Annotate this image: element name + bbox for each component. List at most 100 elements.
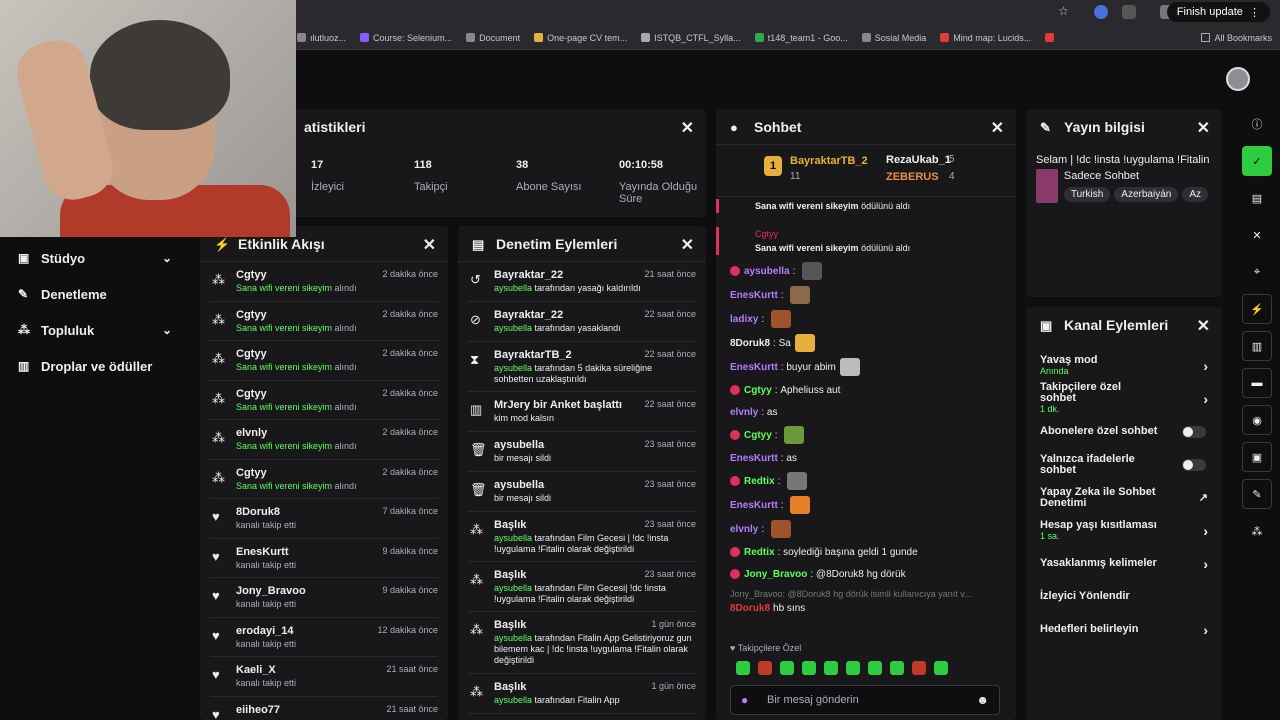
activity-item[interactable]: ⁂ elvnly Sana wifi vereni sikeyim alındı 2 … [210, 420, 438, 460]
stream-tag[interactable]: Az [1182, 187, 1208, 202]
emote-icon[interactable] [824, 661, 838, 675]
moderation-item[interactable]: ⧗ BayraktarTB_2 aysubella tarafından 5 dak… [468, 342, 696, 392]
redeem-user[interactable]: Cgtyy [755, 229, 1016, 239]
activity-item[interactable]: ♥ eiiheo77 21 saat önce [210, 697, 438, 720]
activity-item[interactable]: ♥ Kaeli_X kanalı takip etti 21 saat önce [210, 657, 438, 697]
chat-input[interactable]: ● Bir mesaj gönderin ☻ [730, 685, 1000, 715]
extensions-icon[interactable] [1122, 5, 1136, 19]
chat-username[interactable]: EnesKurtt [730, 500, 778, 511]
bookmark-item[interactable]: Sosial Media [855, 33, 934, 43]
channel-action-item[interactable]: Abonelere özel sohbet [1026, 415, 1222, 448]
moderator-name[interactable]: aysubella [494, 363, 532, 373]
emote-icon[interactable] [784, 426, 805, 444]
activity-item[interactable]: ⁂ Cgtyy Sana wifi vereni sikeyim alındı 2 d… [210, 341, 438, 381]
close-icon[interactable]: ✕ [991, 118, 1004, 138]
moderator-name[interactable]: aysubella [494, 533, 532, 543]
sidebar-item[interactable]: ▥ Droplar ve ödüller [0, 348, 198, 384]
emote-icon[interactable] [890, 661, 904, 675]
moderator-name[interactable]: aysubella [494, 583, 532, 593]
emote-icon[interactable] [790, 496, 811, 514]
emote-icon[interactable] [839, 358, 860, 376]
emote-icon[interactable] [802, 661, 816, 675]
chevron-right-icon[interactable]: › [1203, 358, 1208, 374]
category-name[interactable]: Sadece Sohbet [1064, 170, 1212, 182]
bookmark-item[interactable]: ISTQB_CTFL_Sylla... [634, 33, 748, 43]
emote-icon[interactable] [934, 661, 948, 675]
emote-icon[interactable] [758, 661, 772, 675]
emote-icon[interactable] [912, 661, 926, 675]
chat-username[interactable]: Cgtyy [744, 385, 772, 396]
chat-username[interactable]: 8Doruk8 [730, 338, 770, 349]
chat-username[interactable]: EnesKurtt [730, 290, 778, 301]
emote-icon[interactable] [780, 661, 794, 675]
channel-action-item[interactable]: Yapay Zeka ile Sohbet Denetimi ↗ [1026, 481, 1222, 514]
moderation-item[interactable]: ▥ MrJery bir Anket başlattı kim mod kalsın… [468, 392, 696, 432]
toolbox-icon[interactable]: ▣ [1242, 442, 1272, 472]
moderator-name[interactable]: aysubella [494, 695, 532, 705]
chat-username[interactable]: ladixy [730, 314, 758, 325]
chat-username[interactable]: 8Doruk8 [730, 603, 770, 614]
activity-item[interactable]: ♥ Jony_Bravoo kanalı takip etti 9 dakika ön… [210, 578, 438, 618]
chevron-down-icon[interactable]: ⌄ [162, 323, 172, 337]
moderator-name[interactable]: aysubella [494, 323, 532, 333]
stream-tag[interactable]: Turkish [1063, 187, 1111, 202]
close-icon[interactable]: ✕ [1242, 220, 1272, 250]
chat-username[interactable]: Redtix [744, 547, 775, 558]
bookmark-item[interactable]: Document [459, 33, 527, 43]
emote-icon[interactable] [736, 661, 750, 675]
chevron-right-icon[interactable]: › [1203, 391, 1208, 407]
category-thumbnail[interactable] [1036, 169, 1058, 203]
star-icon[interactable]: ☆ [1058, 4, 1072, 18]
emote-icon[interactable] [770, 520, 791, 538]
chevron-right-icon[interactable]: › [1203, 622, 1208, 638]
all-bookmarks[interactable]: All Bookmarks [1201, 33, 1272, 43]
toggle-switch[interactable] [1182, 425, 1206, 438]
broadcast-icon[interactable]: ◉ [1242, 405, 1272, 435]
emote-icon[interactable] [802, 262, 823, 280]
close-icon[interactable]: ✕ [423, 235, 436, 255]
notes-icon[interactable]: ▥ [1242, 331, 1272, 361]
activity-item[interactable]: ♥ EnesKurtt kanalı takip etti 9 dakika önce [210, 539, 438, 578]
bookmark-item[interactable] [1038, 33, 1065, 43]
profile-icon[interactable] [1094, 5, 1108, 19]
finish-update-button[interactable]: Finish update ⋮ [1166, 2, 1270, 22]
channel-action-item[interactable]: Takipçilere özel sohbet 1 dk. › [1026, 382, 1222, 415]
moderation-item[interactable]: 🗑 aysubella bir mesajı sildi 23 saat önce [468, 432, 696, 472]
sidebar-item[interactable]: ▣ Stüdyo ⌄ [0, 240, 198, 276]
focus-icon[interactable]: ⌖ [1242, 257, 1272, 287]
info-icon[interactable]: ⓘ [1242, 109, 1272, 139]
moderation-item[interactable]: ↺ Bayraktar_22 aysubella tarafından yasağı… [468, 262, 696, 302]
close-icon[interactable]: ✕ [1197, 118, 1210, 138]
chevron-right-icon[interactable]: › [1203, 556, 1208, 572]
moderation-item[interactable]: ⁂ Başlık aysubella tarafından Film Gecesi … [468, 512, 696, 562]
bookmark-item[interactable]: Course: Selenium... [353, 33, 459, 43]
moderation-item[interactable]: ⊘ Bayraktar_22 aysubella tarafından yasakl… [468, 302, 696, 342]
mic-icon[interactable]: ● [741, 693, 748, 707]
activity-item[interactable]: ♥ erodayi_14 kanalı takip etti 12 dakika ön… [210, 618, 438, 657]
chevron-down-icon[interactable]: ⌄ [162, 251, 172, 265]
activity-item[interactable]: ⁂ Cgtyy Sana wifi vereni sikeyim alındı 2 d… [210, 381, 438, 420]
external-link-icon[interactable]: ↗ [1199, 491, 1208, 504]
bookmark-item[interactable]: t148_team1 - Goo... [748, 33, 855, 43]
moderator-name[interactable]: aysubella [494, 283, 532, 293]
check-icon[interactable]: ✓ [1242, 146, 1272, 176]
channel-action-item[interactable]: Hesap yaşı kısıtlaması 1 sa. › [1026, 514, 1222, 547]
emote-icon[interactable] [846, 661, 860, 675]
activity-item[interactable]: ⁂ Cgtyy Sana wifi vereni sikeyim alındı 2 d… [210, 302, 438, 341]
moderation-item[interactable]: ⁂ Başlık aysubella tarafından Fitalin App … [468, 612, 696, 674]
wrench-icon[interactable]: ✎ [1242, 479, 1272, 509]
chat-username[interactable]: aysubella [744, 266, 790, 277]
sidebar-item[interactable]: ✎ Denetleme [0, 276, 198, 312]
layout-icon[interactable]: ▤ [1242, 183, 1272, 213]
stream-tag[interactable]: Azerbaiyán [1114, 187, 1179, 202]
channel-action-item[interactable]: Yavaş mod Anında › [1026, 349, 1222, 382]
channel-action-item[interactable]: Yasaklanmış kelimeler › [1026, 547, 1222, 580]
close-icon[interactable]: ✕ [681, 235, 694, 255]
community-icon[interactable]: ⁂ [1242, 516, 1272, 546]
activity-item[interactable]: ♥ 8Doruk8 kanalı takip etti 7 dakika önce [210, 499, 438, 539]
emote-icon[interactable] [770, 310, 791, 328]
chat-username[interactable]: Redtix [744, 476, 775, 487]
bookmark-item[interactable]: Mind map: Lucids... [933, 33, 1038, 43]
chat-username[interactable]: EnesKurtt [730, 362, 778, 373]
chat-username[interactable]: EnesKurtt [730, 453, 778, 464]
